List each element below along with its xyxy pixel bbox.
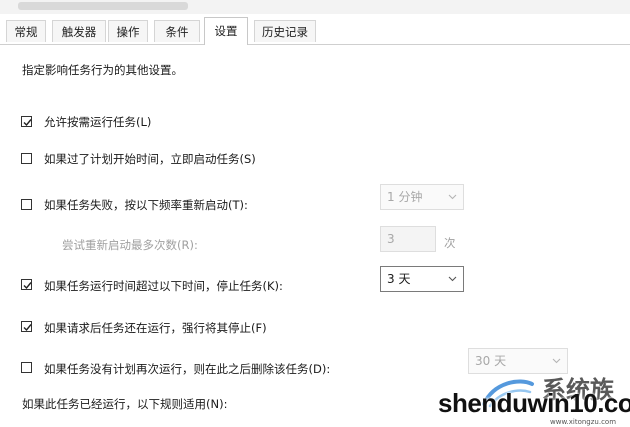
restart-attempts-input[interactable]: 3 — [380, 226, 436, 252]
restart-attempts-label: 尝试重新启动最多次数(R): — [62, 238, 198, 252]
watermark-text: shenduwin10.com — [438, 388, 630, 418]
restart-on-failure-label: 如果任务失败，按以下频率重新启动(T): — [44, 198, 248, 212]
tab-general[interactable]: 常规 — [6, 20, 46, 42]
delete-after-value: 30 天 — [475, 354, 507, 368]
run-asap-label: 如果过了计划开始时间，立即启动任务(S) — [44, 152, 256, 166]
tab-triggers[interactable]: 触发器 — [52, 20, 106, 42]
restart-interval-value: 1 分钟 — [387, 190, 423, 204]
tab-settings[interactable]: 设置 — [204, 17, 248, 45]
stop-duration-value: 3 天 — [387, 272, 411, 286]
tab-strip: 常规 触发器 操作 条件 设置 历史记录 — [0, 16, 630, 45]
delete-if-not-scheduled-checkbox[interactable] — [21, 362, 32, 373]
force-stop-label: 如果请求后任务还在运行，强行将其停止(F) — [44, 321, 267, 335]
checkmark-icon — [23, 324, 32, 332]
tab-conditions[interactable]: 条件 — [154, 20, 200, 42]
restart-on-failure-checkbox[interactable] — [21, 199, 32, 210]
stop-if-runs-longer-label: 如果任务运行时间超过以下时间，停止任务(K): — [44, 279, 283, 293]
chevron-down-icon — [448, 194, 457, 200]
chevron-down-icon — [448, 276, 457, 282]
restart-interval-select[interactable]: 1 分钟 — [380, 184, 464, 210]
title-bar-blur — [18, 2, 188, 10]
already-running-rule-label: 如果此任务已经运行，以下规则适用(N): — [22, 397, 228, 411]
task-settings-dialog: 常规 触发器 操作 条件 设置 历史记录 指定影响任务行为的其他设置。 允许按需… — [0, 0, 630, 427]
chevron-down-icon — [552, 358, 561, 364]
checkmark-icon — [23, 119, 32, 127]
title-bar — [0, 0, 630, 14]
settings-description: 指定影响任务行为的其他设置。 — [22, 63, 183, 77]
restart-attempts-unit: 次 — [444, 236, 456, 250]
tab-actions[interactable]: 操作 — [108, 20, 148, 42]
stop-if-runs-longer-checkbox[interactable] — [21, 279, 32, 290]
tab-history[interactable]: 历史记录 — [254, 20, 316, 42]
allow-on-demand-checkbox[interactable] — [21, 116, 32, 127]
run-asap-checkbox[interactable] — [21, 153, 32, 164]
delete-if-not-scheduled-label: 如果任务没有计划再次运行，则在此之后删除该任务(D): — [44, 362, 331, 376]
checkmark-icon — [23, 282, 32, 290]
allow-on-demand-label: 允许按需运行任务(L) — [44, 115, 152, 129]
force-stop-checkbox[interactable] — [21, 321, 32, 332]
stop-duration-select[interactable]: 3 天 — [380, 266, 464, 292]
site-watermark: 系统族 shenduwin10.com www.xitongzu.com — [432, 370, 630, 427]
watermark-url: www.xitongzu.com — [550, 418, 617, 426]
